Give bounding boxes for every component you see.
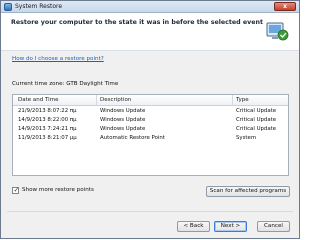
column-header-description[interactable]: Description <box>100 97 131 103</box>
cell-description: Windows Update <box>100 108 146 114</box>
window-title: System Restore <box>15 3 63 10</box>
system-restore-window: System Restore x Restore your computer t… <box>0 0 300 239</box>
table-header: Date and Time Description Type <box>13 95 288 106</box>
column-divider[interactable] <box>96 95 97 106</box>
table-row[interactable]: 21/9/2013 8:07:22 πμ Windows Update Crit… <box>13 108 288 116</box>
current-timezone-label: Current time zone: GTB Daylight Time <box>12 81 119 87</box>
cell-description: Windows Update <box>100 126 146 132</box>
show-more-label[interactable]: Show more restore points <box>22 187 94 193</box>
cell-date: 14/9/2013 8:22:00 πμ <box>18 117 77 123</box>
system-restore-graphic-icon <box>266 22 289 41</box>
column-divider[interactable] <box>232 95 233 106</box>
restore-points-table: Date and Time Description Type 21/9/2013… <box>12 94 289 176</box>
header-panel: Restore your computer to the state it wa… <box>1 13 299 51</box>
cell-description: Windows Update <box>100 117 146 123</box>
column-header-date[interactable]: Date and Time <box>18 97 58 103</box>
help-choose-restore-point-link[interactable]: How do I choose a restore point? <box>12 56 104 62</box>
cell-type: System <box>236 135 257 141</box>
cell-type: Critical Update <box>236 108 277 114</box>
show-more-checkbox[interactable]: ✓ <box>12 186 20 194</box>
checkmark-icon: ✓ <box>13 186 20 194</box>
system-restore-icon <box>4 3 12 11</box>
cell-type: Critical Update <box>236 117 277 123</box>
scan-affected-programs-button[interactable]: Scan for affected programs <box>206 186 290 197</box>
cell-date: 14/9/2013 7:24:21 πμ <box>18 126 77 132</box>
cell-date: 11/9/2013 8:21:07 μμ <box>18 135 77 141</box>
table-row[interactable]: 14/9/2013 8:22:00 πμ Windows Update Crit… <box>13 117 288 125</box>
back-button[interactable]: < Back <box>177 221 210 232</box>
footer-divider <box>7 211 293 212</box>
next-button[interactable]: Next > <box>214 221 247 232</box>
close-button[interactable]: x <box>274 2 296 11</box>
cell-date: 21/9/2013 8:07:22 πμ <box>18 108 77 114</box>
cell-description: Automatic Restore Point <box>100 135 165 141</box>
table-row[interactable]: 11/9/2013 8:21:07 μμ Automatic Restore P… <box>13 135 288 143</box>
cell-type: Critical Update <box>236 126 277 132</box>
column-header-type[interactable]: Type <box>236 97 249 103</box>
instruction-heading: Restore your computer to the state it wa… <box>11 19 264 26</box>
title-bar: System Restore x <box>1 1 299 13</box>
cancel-button[interactable]: Cancel <box>257 221 290 232</box>
table-row[interactable]: 14/9/2013 7:24:21 πμ Windows Update Crit… <box>13 126 288 134</box>
